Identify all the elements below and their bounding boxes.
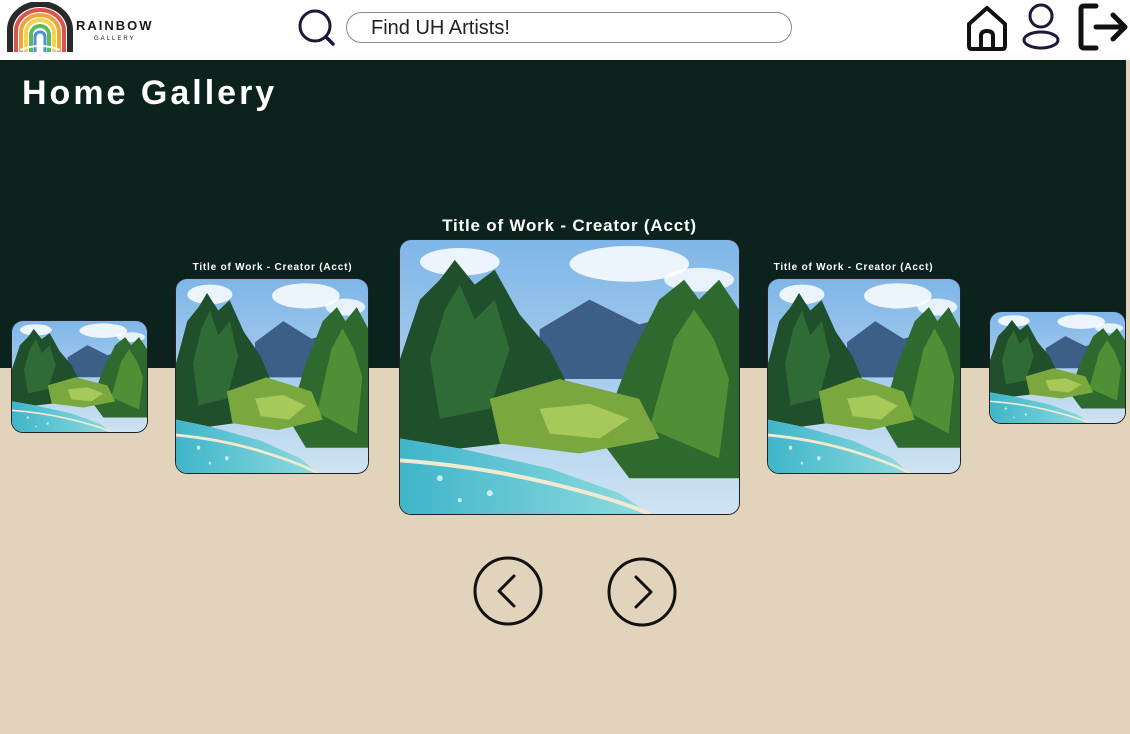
chevron-left-icon bbox=[497, 574, 516, 608]
carousel-card-far-right[interactable] bbox=[989, 311, 1126, 424]
page-title: Home Gallery bbox=[22, 74, 278, 112]
logout-icon[interactable] bbox=[1076, 2, 1130, 52]
carousel-card-right[interactable] bbox=[767, 278, 961, 474]
artwork-title-right: Title of Work - Creator (Acct) bbox=[773, 262, 934, 273]
artwork-title-featured: Title of Work - Creator (Acct) bbox=[442, 216, 697, 235]
artwork-image bbox=[12, 321, 147, 432]
chevron-right-icon bbox=[634, 575, 653, 609]
artwork-image bbox=[990, 312, 1125, 423]
rainbow-arch-icon bbox=[7, 2, 73, 52]
search-icon[interactable] bbox=[296, 8, 336, 48]
carousel-card-left[interactable] bbox=[175, 278, 369, 474]
rainbow-gallery-logo[interactable]: RAINBOW GALLERY bbox=[6, 2, 166, 54]
next-button[interactable] bbox=[607, 557, 677, 627]
carousel-card-featured[interactable] bbox=[399, 239, 740, 515]
artwork-title-left: Title of Work - Creator (Acct) bbox=[192, 262, 353, 273]
search-input[interactable] bbox=[369, 16, 773, 40]
carousel-card-far-left[interactable] bbox=[11, 320, 148, 433]
top-bar: RAINBOW GALLERY bbox=[0, 0, 1130, 60]
logo-text: RAINBOW bbox=[76, 18, 154, 33]
artwork-image bbox=[400, 240, 739, 514]
user-icon[interactable] bbox=[1018, 2, 1064, 52]
artwork-image bbox=[768, 279, 960, 473]
previous-button[interactable] bbox=[473, 556, 543, 626]
logo-subtext: GALLERY bbox=[94, 36, 136, 42]
artwork-image bbox=[176, 279, 368, 473]
search-bar[interactable] bbox=[346, 12, 792, 43]
home-icon[interactable] bbox=[962, 2, 1012, 52]
